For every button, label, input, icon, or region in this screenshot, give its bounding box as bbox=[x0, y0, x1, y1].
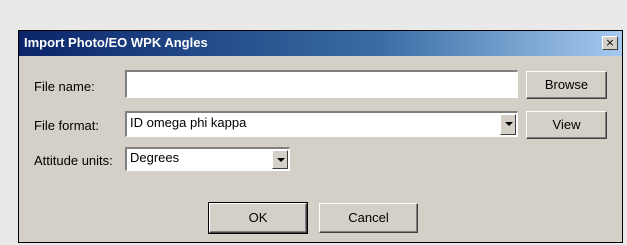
attitude-units-select[interactable]: Degrees bbox=[125, 147, 290, 171]
window-title: Import Photo/EO WPK Angles bbox=[24, 35, 208, 50]
cancel-button[interactable]: Cancel bbox=[319, 203, 418, 233]
view-button[interactable]: View bbox=[526, 111, 607, 139]
file-name-label: File name: bbox=[34, 79, 95, 94]
file-format-select[interactable]: ID omega phi kappa bbox=[125, 111, 518, 137]
chevron-down-icon[interactable] bbox=[272, 150, 288, 169]
attitude-units-value: Degrees bbox=[130, 150, 180, 165]
close-button[interactable]: × bbox=[602, 36, 618, 50]
chevron-down-icon[interactable] bbox=[500, 114, 516, 135]
file-format-label: File format: bbox=[34, 118, 100, 133]
ok-button[interactable]: OK bbox=[208, 202, 308, 234]
close-icon: × bbox=[605, 36, 615, 49]
file-format-value: ID omega phi kappa bbox=[130, 115, 247, 130]
attitude-units-label: Attitude units: bbox=[34, 153, 113, 168]
import-dialog: Import Photo/EO WPK Angles × File name: … bbox=[18, 30, 623, 243]
file-name-input[interactable] bbox=[125, 70, 518, 98]
browse-button[interactable]: Browse bbox=[526, 71, 607, 99]
title-bar[interactable]: Import Photo/EO WPK Angles × bbox=[19, 31, 622, 56]
